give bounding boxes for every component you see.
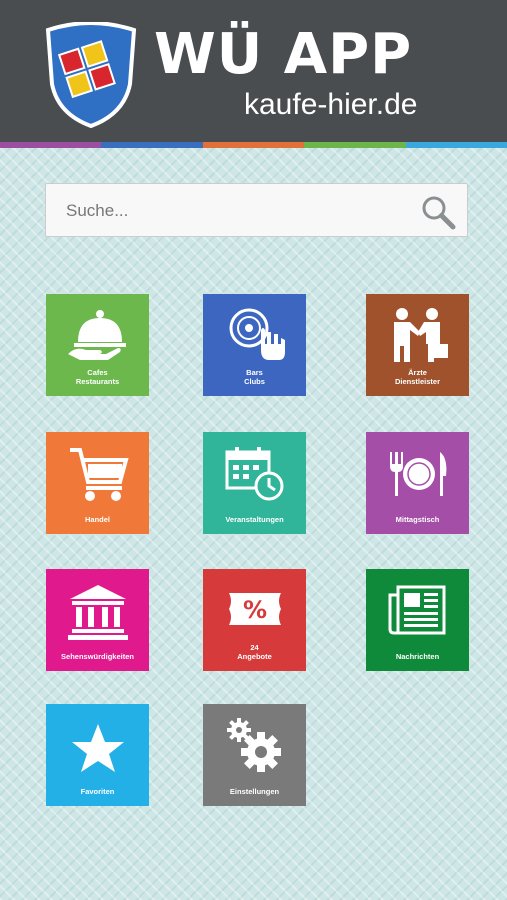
tile-aerzte-dienstleister[interactable]: Ärzte Dienstleister xyxy=(366,294,469,396)
search-icon[interactable] xyxy=(419,193,457,231)
tile-label: Mittagstisch xyxy=(395,515,440,524)
tile-bars-clubs[interactable]: Bars Clubs xyxy=(203,294,306,396)
color-stripe xyxy=(0,142,507,148)
shopping-cart-icon xyxy=(69,448,129,501)
stripe-segment xyxy=(202,142,305,148)
app-header: WÜ APP kaufe-hier.de xyxy=(0,0,507,142)
cloche-icon xyxy=(67,310,126,360)
svg-text:%: % xyxy=(242,596,266,624)
tile-label: Nachrichten xyxy=(395,652,440,661)
tile-label: Cafes Restaurants xyxy=(75,368,120,386)
search-bar[interactable]: Suche... xyxy=(45,183,468,237)
tile-label: Veranstaltungen xyxy=(225,515,284,524)
stripe-segment xyxy=(304,142,406,148)
newspaper-icon xyxy=(388,585,445,635)
tile-label: Favoriten xyxy=(80,787,115,796)
tile-handel[interactable]: Handel xyxy=(46,432,149,534)
tile-label: Bars Clubs xyxy=(244,368,265,386)
tile-label: Ärzte Dienstleister xyxy=(394,368,441,386)
gears-icon xyxy=(226,718,281,772)
museum-icon xyxy=(67,585,128,640)
stripe-segment xyxy=(0,142,102,148)
percent-ticket-icon: % xyxy=(228,593,281,625)
tile-sehenswuerdigkeiten[interactable]: Sehenswürdigkeiten xyxy=(46,569,149,671)
stripe-segment xyxy=(405,142,507,148)
calendar-clock-icon xyxy=(225,447,283,501)
tile-einstellungen[interactable]: Einstellungen xyxy=(203,704,306,806)
tile-angebote[interactable]: % 24 Angebote xyxy=(203,569,306,671)
search-input[interactable]: Suche... xyxy=(66,201,128,221)
tile-favoriten[interactable]: Favoriten xyxy=(46,704,149,806)
tile-label: Handel xyxy=(84,515,110,524)
tile-nachrichten[interactable]: Nachrichten xyxy=(366,569,469,671)
tile-cafes-restaurants[interactable]: Cafes Restaurants xyxy=(46,294,149,396)
plate-cutlery-icon xyxy=(389,452,446,496)
app-title: WÜ APP xyxy=(154,22,413,87)
dj-turntable-icon xyxy=(229,308,285,360)
city-crest-logo xyxy=(45,22,137,128)
tile-mittagstisch[interactable]: Mittagstisch xyxy=(366,432,469,534)
tile-veranstaltungen[interactable]: Veranstaltungen xyxy=(203,432,306,534)
tile-label: Sehenswürdigkeiten xyxy=(61,652,134,661)
app-subtitle: kaufe-hier.de xyxy=(244,88,418,121)
handshake-icon xyxy=(393,308,448,362)
stripe-segment xyxy=(101,142,203,148)
star-icon xyxy=(71,724,124,772)
tile-label: Einstellungen xyxy=(229,787,280,796)
tile-label: 24 Angebote xyxy=(237,643,272,661)
